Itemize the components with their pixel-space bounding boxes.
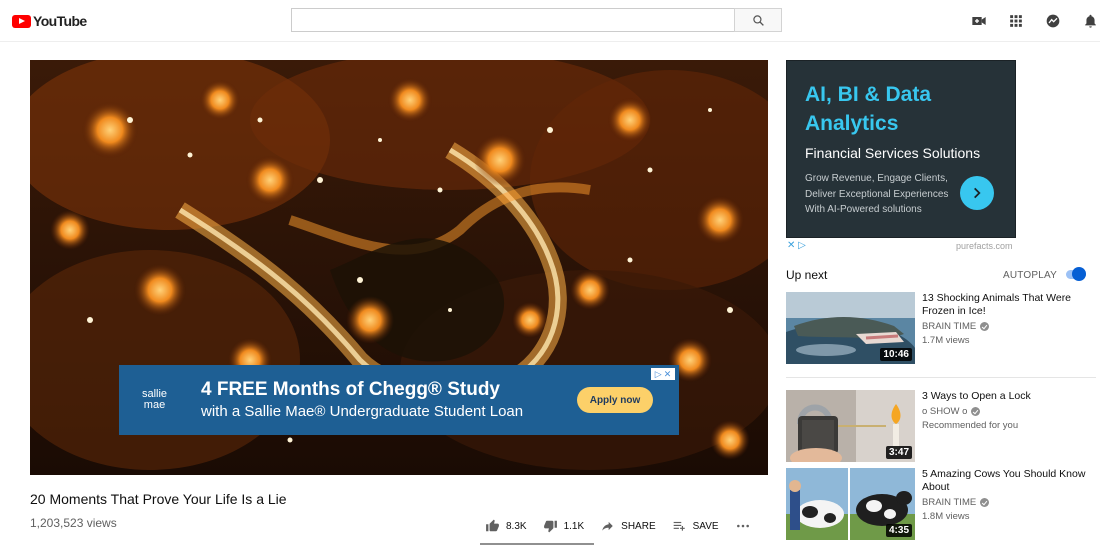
overlay-ad-controls[interactable]: ▷ ✕ [651,368,675,380]
share-label: SHARE [621,520,656,532]
close-icon[interactable]: ✕ [664,369,672,380]
recommendation-reason: Recommended for you [922,420,1019,431]
video-duration: 4:35 [885,524,912,537]
overlay-ad-subline: with a Sallie Mae® Undergraduate Student… [201,403,524,420]
side-ad-subhead: Financial Services Solutions [805,145,981,161]
create-video-icon [972,17,986,25]
overlay-banner-ad[interactable]: sallie mae 4 FREE Months of Chegg® Study… [119,365,679,435]
overlay-ad-headline: 4 FREE Months of Chegg® Study [201,379,500,400]
like-count: 8.3K [506,520,527,532]
video-duration: 10:46 [880,348,912,361]
messages-button[interactable] [1044,12,1062,30]
adchoices-icon[interactable]: ▷ [655,369,662,380]
dislike-count: 1.1K [563,520,585,532]
channel-name[interactable]: o SHOW o [922,406,981,417]
thumbs-up-icon [486,519,499,532]
side-ad-go-button[interactable] [960,176,994,210]
view-count: 1.7M views [922,335,970,346]
video-title[interactable]: 13 Shocking Animals That Were Frozen in … [922,292,1087,317]
chevron-right-icon [974,187,981,199]
ad-brand-line-2: mae [143,399,166,411]
video-thumbnail[interactable]: 3:47 [786,390,915,462]
channel-name-text: BRAIN TIME [922,321,977,332]
search-icon [752,14,764,26]
notifications-bell-icon [1084,14,1096,28]
video-actions: 8.3K 1.1K SHARE SAVE [485,517,773,535]
more-actions-button[interactable] [735,519,757,533]
video-player[interactable]: sallie mae 4 FREE Months of Chegg® Study… [30,60,768,475]
autoplay-label: AUTOPLAY [1003,270,1058,281]
autoplay-toggle-knob [1072,267,1086,281]
autoplay-toggle[interactable] [1066,267,1086,281]
side-ad-domain[interactable]: purefacts.com [956,241,1013,251]
recommended-video[interactable]: 4:35 5 Amazing Cows You Should Know Abou… [786,468,1096,540]
top-header: YouTube [0,0,1100,42]
search-input[interactable] [291,8,734,32]
recommended-video[interactable]: 3:47 3 Ways to Open a Lock o SHOW o Reco… [786,390,1096,462]
channel-name-text: BRAIN TIME [922,497,977,508]
logo-text: YouTube [33,13,87,29]
dislike-button[interactable]: 1.1K [543,519,585,533]
channel-name[interactable]: BRAIN TIME [922,497,990,508]
share-icon [602,521,613,531]
side-ad-body: Grow Revenue, Engage Clients, Deliver Ex… [805,173,949,215]
apps-grid-icon [1010,15,1022,27]
save-label: SAVE [692,520,719,532]
overlay-ad-text: 4 FREE Months of Chegg® Study with a Sal… [191,378,577,422]
create-video-button[interactable] [970,12,988,30]
thumbs-down-icon [543,520,557,533]
video-thumbnail[interactable]: 4:35 [786,468,915,540]
video-thumbnail[interactable]: 10:46 [786,292,915,364]
verified-check-icon [980,498,990,507]
apply-now-button[interactable]: Apply now [577,387,653,413]
like-button[interactable]: 8.3K [485,519,527,533]
messages-icon [1046,14,1060,28]
view-count: 1.8M views [922,511,970,522]
side-ad-headline: AI, BI & Data Analytics [805,83,932,135]
youtube-logo[interactable]: YouTube [12,11,87,31]
verified-check-icon [971,407,981,416]
apps-button[interactable] [1007,12,1025,30]
up-next-divider [786,377,1096,378]
up-next-label: Up next [786,268,828,282]
search-button[interactable] [734,8,782,32]
video-title[interactable]: 5 Amazing Cows You Should Know About [922,468,1087,493]
sidebar-display-ad[interactable]: AI, BI & Data Analytics Financial Servic… [786,60,1016,238]
channel-name-text: o SHOW o [922,406,968,417]
youtube-play-logo-icon [12,14,31,28]
youtube-watch-page: YouTube sallie mae 4 FREE Months of Cheg… [0,0,1100,545]
video-duration: 3:47 [885,446,912,459]
video-title[interactable]: 3 Ways to Open a Lock [922,390,1087,403]
view-count: 1,203,523 views [30,516,117,530]
channel-name[interactable]: BRAIN TIME [922,321,990,332]
adchoices-icon[interactable]: ✕ ▷ [787,240,806,251]
video-title: 20 Moments That Prove Your Life Is a Lie [30,491,287,507]
share-button[interactable]: SHARE [600,519,656,533]
sallie-mae-logo: sallie mae [119,365,191,435]
add-to-playlist-icon [673,521,685,531]
notifications-button[interactable] [1081,12,1099,30]
more-horizontal-icon [736,524,749,528]
verified-check-icon [980,322,990,331]
recommended-video[interactable]: 10:46 13 Shocking Animals That Were Froz… [786,292,1096,364]
save-button[interactable]: SAVE [672,519,719,533]
